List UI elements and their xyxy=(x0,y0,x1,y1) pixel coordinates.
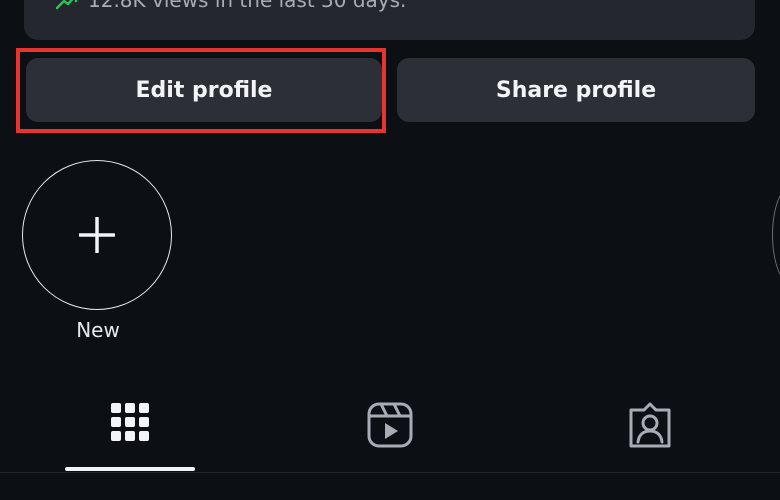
reels-icon xyxy=(367,402,413,448)
plus-icon xyxy=(79,217,115,253)
selected-tab-indicator xyxy=(65,467,195,471)
tab-posts-grid[interactable] xyxy=(65,395,195,475)
profile-screen: 12.8K views in the last 30 days. Edit pr… xyxy=(0,0,780,500)
new-highlight-label: New xyxy=(76,318,120,342)
views-summary[interactable]: 12.8K views in the last 30 days. xyxy=(56,0,406,12)
share-profile-button[interactable]: Share profile xyxy=(397,58,755,122)
grid-icon xyxy=(111,403,149,441)
tab-bar-divider xyxy=(0,472,780,473)
tagged-person-icon xyxy=(629,402,671,448)
tab-tagged[interactable] xyxy=(585,395,715,475)
trend-up-icon xyxy=(56,0,78,10)
story-highlight-circle-partial[interactable] xyxy=(772,185,780,285)
edit-profile-button[interactable]: Edit profile xyxy=(26,58,382,122)
views-summary-text: 12.8K views in the last 30 days. xyxy=(88,0,407,12)
new-highlight-button[interactable]: New xyxy=(22,160,174,350)
tab-reels[interactable] xyxy=(325,395,455,475)
